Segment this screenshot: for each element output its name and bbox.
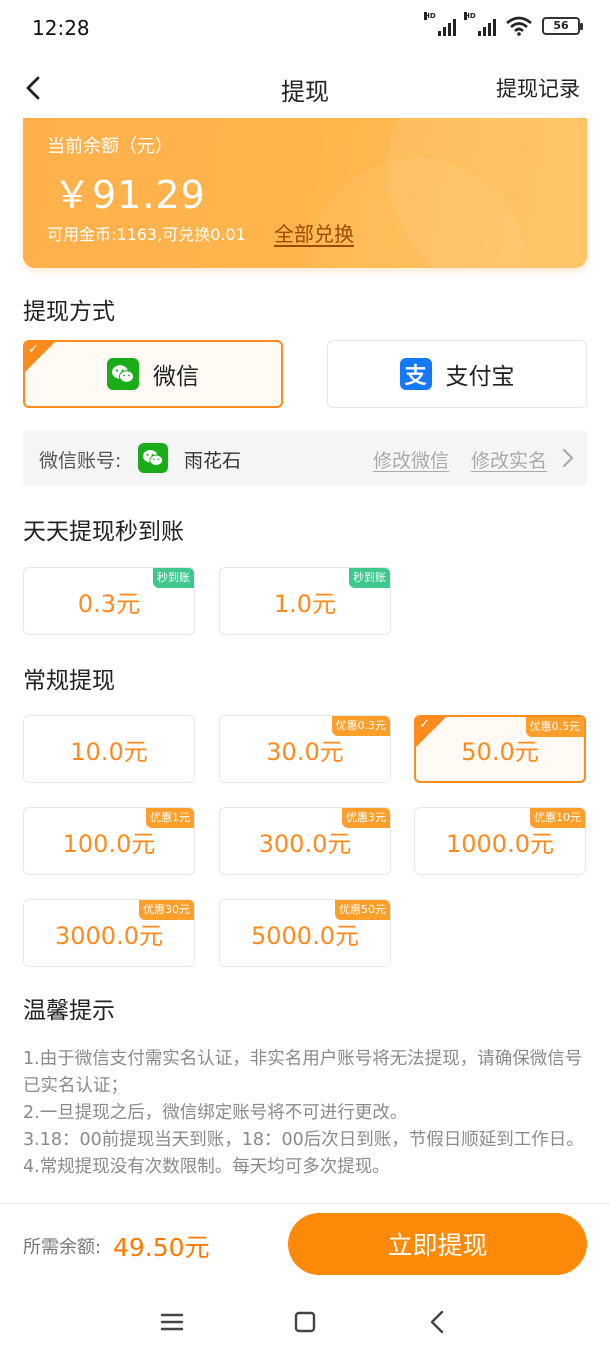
chevron-right-icon[interactable] — [558, 446, 578, 470]
balance-amount: ￥91.29 — [53, 173, 206, 217]
amount-badge: 优惠0.3元 — [331, 716, 390, 736]
amount-badge: 秒到账 — [349, 568, 390, 588]
balance-label: 当前余额（元） — [47, 136, 173, 157]
required-balance-label: 所需余额: — [23, 1237, 102, 1258]
amount-badge: 优惠1元 — [146, 808, 194, 828]
wechat-icon — [138, 443, 168, 473]
amount-option[interactable]: 1.0元 秒到账 — [219, 567, 391, 635]
amount-value: 30.0元 — [266, 737, 344, 766]
amount-badge: 优惠0.5元 — [525, 717, 584, 737]
signal-icon: HD — [464, 12, 496, 36]
amount-value: 3000.0元 — [55, 921, 163, 950]
tip-line: 1.由于微信支付需实名认证，非实名用户账号将无法提现，请确保微信号已实名认证； — [23, 1049, 583, 1096]
amount-option[interactable]: 1000.0元 优惠10元 — [414, 807, 586, 875]
menu-icon[interactable] — [156, 1306, 188, 1338]
amount-badge: 秒到账 — [153, 568, 194, 588]
method-label: 支付宝 — [445, 364, 515, 390]
amount-value: 50.0元 — [461, 737, 539, 766]
amount-option[interactable]: 5000.0元 优惠50元 — [219, 899, 391, 967]
amount-badge: 优惠50元 — [335, 900, 390, 920]
check-icon: ✓ — [28, 342, 39, 357]
tips-text: 1.由于微信支付需实名认证，非实名用户账号将无法提现，请确保微信号已实名认证； … — [23, 1046, 589, 1181]
daily-section-title: 天天提现秒到账 — [23, 519, 184, 545]
amount-value: 10.0元 — [70, 737, 148, 766]
account-row: 微信账号: 雨花石 修改微信 修改实名 — [23, 430, 587, 486]
account-name: 雨花石 — [184, 450, 242, 472]
amount-option-selected[interactable]: ✓ 50.0元 优惠0.5元 — [414, 715, 586, 783]
balance-card: 当前余额（元） ￥91.29 可用金币:1163,可兑换0.01 全部兑换 — [23, 118, 587, 268]
modify-wechat-link[interactable]: 修改微信 — [373, 446, 449, 473]
method-label: 微信 — [153, 364, 199, 390]
amount-value: 100.0元 — [62, 829, 156, 858]
amount-value: 0.3元 — [77, 589, 141, 618]
amount-option[interactable]: 30.0元 优惠0.3元 — [219, 715, 391, 783]
bottom-bar: 所需余额: 49.50元 立即提现 — [0, 1203, 610, 1283]
coins-info: 可用金币:1163,可兑换0.01 — [47, 225, 246, 244]
amount-option[interactable]: 3000.0元 优惠30元 — [23, 899, 195, 967]
check-icon: ✓ — [419, 717, 430, 732]
battery-icon: 56 — [542, 17, 583, 35]
amount-badge: 优惠10元 — [530, 808, 585, 828]
amount-value: 1000.0元 — [446, 829, 554, 858]
amount-badge: 优惠3元 — [342, 808, 390, 828]
back-icon[interactable] — [422, 1306, 454, 1338]
tip-line: 2.一旦提现之后，微信绑定账号将不可进行更改。 — [23, 1103, 408, 1123]
amount-option[interactable]: 10.0元 — [23, 715, 195, 783]
wechat-icon — [107, 358, 139, 390]
withdraw-now-button[interactable]: 立即提现 — [288, 1213, 587, 1275]
amount-value: 1.0元 — [273, 589, 337, 618]
nav-bar: 提现 提现记录 — [0, 60, 610, 116]
status-time: 12:28 — [32, 16, 90, 40]
amount-option[interactable]: 100.0元 优惠1元 — [23, 807, 195, 875]
modify-realname-link[interactable]: 修改实名 — [471, 446, 547, 473]
wifi-icon — [506, 16, 532, 36]
exchange-all-link[interactable]: 全部兑换 — [274, 218, 354, 247]
amount-value: 300.0元 — [258, 829, 352, 858]
withdraw-record-link[interactable]: 提现记录 — [496, 73, 580, 103]
status-icons: HD HD 56 — [424, 12, 583, 36]
status-bar: 12:28 HD HD 56 — [0, 0, 610, 60]
tip-line: 3.18：00前提现当天到账，18：00后次日到账，节假日顺延到工作日。 — [23, 1130, 584, 1150]
account-label: 微信账号: — [39, 450, 122, 472]
amount-option[interactable]: 0.3元 秒到账 — [23, 567, 195, 635]
required-balance-value: 49.50元 — [113, 1233, 210, 1262]
amount-option[interactable]: 300.0元 优惠3元 — [219, 807, 391, 875]
amount-badge: 优惠30元 — [139, 900, 194, 920]
method-alipay[interactable]: 支 支付宝 — [327, 340, 587, 408]
method-wechat[interactable]: ✓ 微信 — [23, 340, 283, 408]
regular-section-title: 常规提现 — [23, 668, 115, 694]
tips-title: 温馨提示 — [23, 998, 115, 1024]
alipay-icon: 支 — [399, 358, 432, 390]
amount-value: 5000.0元 — [251, 921, 359, 950]
tip-line: 4.常规提现没有次数限制。每天均可多次提现。 — [23, 1157, 390, 1177]
method-section-title: 提现方式 — [23, 299, 115, 325]
home-icon[interactable] — [289, 1306, 321, 1338]
system-nav-bar — [0, 1290, 610, 1356]
signal-icon: HD — [424, 12, 456, 36]
